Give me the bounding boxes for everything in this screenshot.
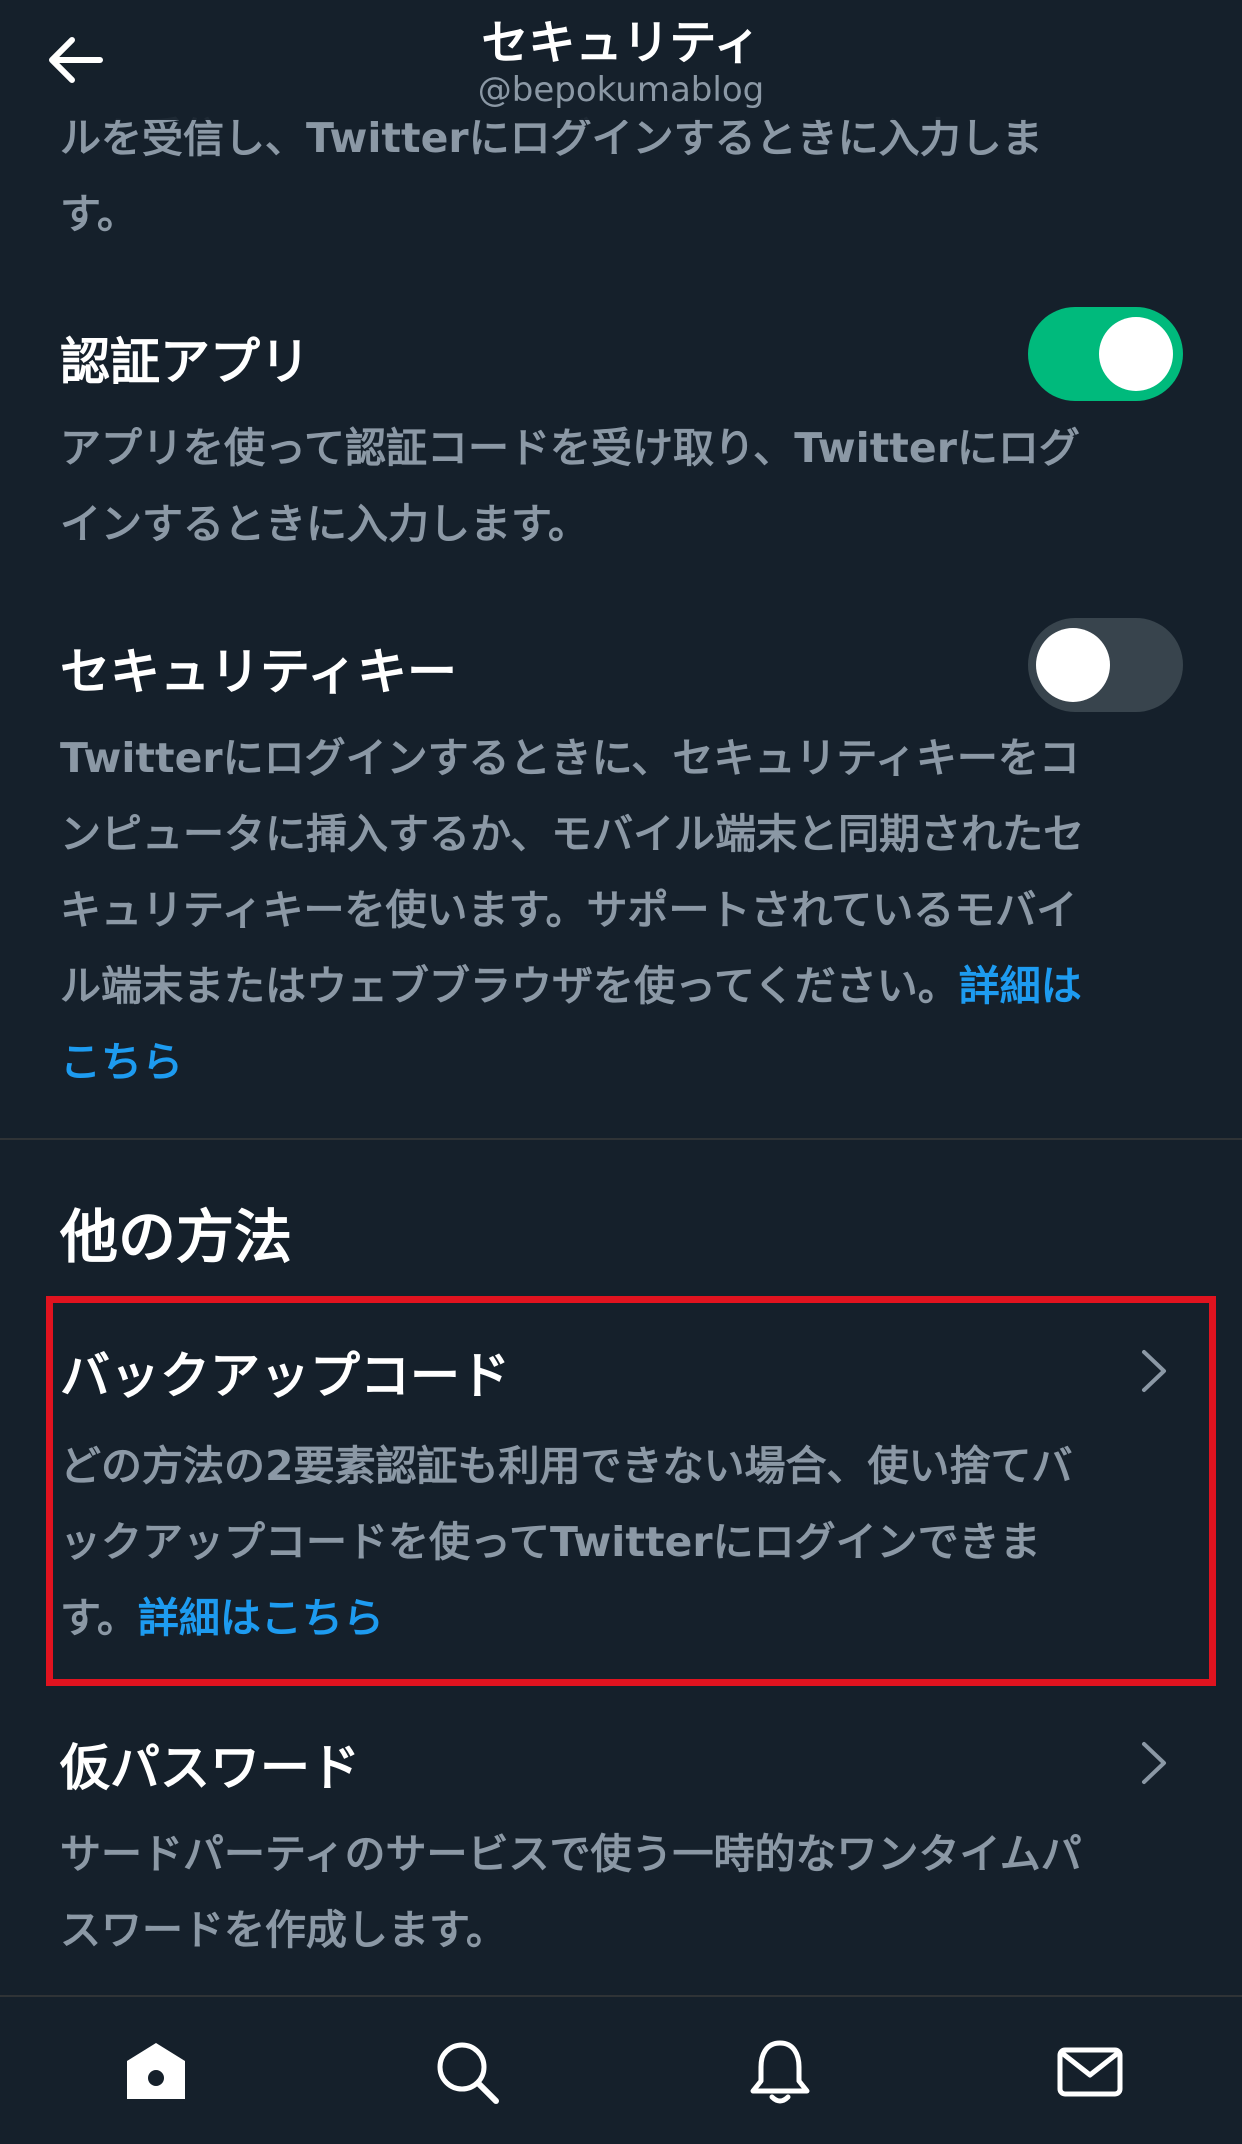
page-title: セキュリティ [481, 16, 761, 71]
security-key-learn-more-link-cont[interactable]: こちら [60, 1038, 183, 1086]
sms-description: ルを受信し、Twitterにログインするときに入力しま す。 [60, 114, 1043, 238]
temp-password-description: サードパーティのサービスで使う一時的なワンタイムパ スワードを作成します。 [60, 1830, 1082, 1954]
top-header: セキュリティ @bepokumablog [0, 0, 1242, 120]
other-methods-heading: 他の方法 [60, 1203, 293, 1271]
security-key-description: Twitterにログインするときに、セキュリティキーをコ ンピュータに挿入するか… [60, 734, 1085, 1086]
chevron-right-icon [1142, 1350, 1166, 1392]
bottom-tab-bar [0, 1995, 1242, 2144]
section-divider [0, 1138, 1242, 1140]
notifications-icon[interactable] [745, 2037, 815, 2107]
backup-code-learn-more-link[interactable]: 詳細はこちら [138, 1594, 384, 1642]
auth-app-title: 認証アプリ [60, 333, 310, 391]
settings-scroll-area[interactable]: ルを受信し、Twitterにログインするときに入力しま す。 認証アプリ アプリ… [0, 0, 1242, 1995]
messages-icon[interactable] [1055, 2037, 1125, 2107]
search-icon[interactable] [432, 2037, 502, 2107]
backup-code-title: バックアップコード [60, 1347, 510, 1405]
toggle-knob [1099, 317, 1173, 391]
security-key-title: セキュリティキー [60, 643, 457, 701]
chevron-right-icon [1142, 1742, 1166, 1784]
home-icon[interactable] [121, 2037, 191, 2107]
account-handle: @bepokumablog [477, 70, 765, 110]
temp-password-title: 仮パスワード [60, 1739, 360, 1797]
security-key-learn-more-link[interactable]: 詳細は [959, 962, 1082, 1010]
auth-app-description: アプリを使って認証コードを受け取り、Twitterにログ インするときに入力しま… [60, 424, 1080, 548]
toggle-knob [1036, 628, 1110, 702]
security-key-toggle[interactable] [1028, 618, 1183, 712]
auth-app-toggle[interactable] [1028, 307, 1183, 401]
backup-code-description: どの方法の2要素認証も利用できない場合、使い捨てバ ックアップコードを使ってTw… [60, 1442, 1073, 1642]
